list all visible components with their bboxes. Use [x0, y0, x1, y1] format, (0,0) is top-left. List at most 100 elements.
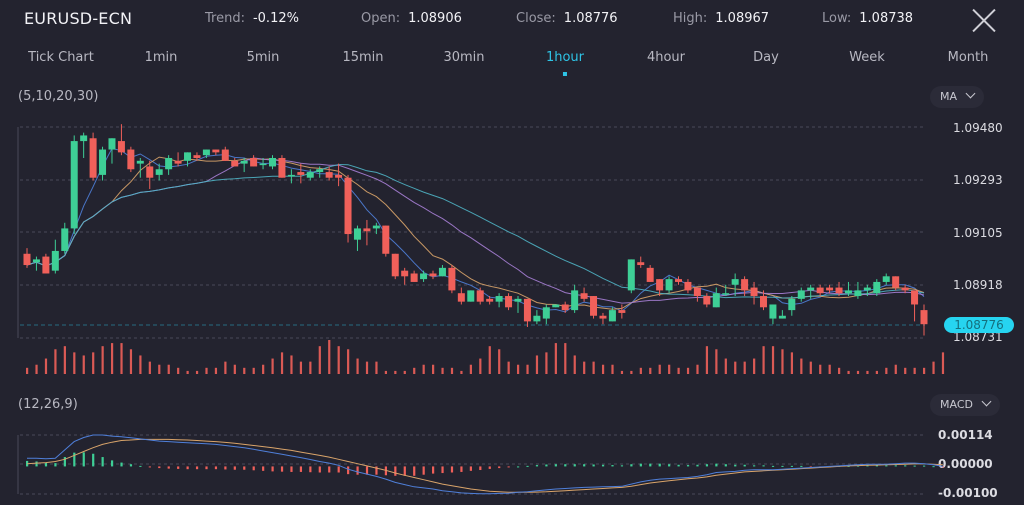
volume-bar — [195, 370, 199, 374]
candle-down — [892, 276, 900, 288]
candle-up — [627, 259, 635, 291]
macd-histogram-bar — [932, 466, 935, 468]
chart-canvas[interactable] — [0, 0, 1024, 505]
volume-bar — [214, 367, 218, 374]
volume-bar — [224, 361, 227, 374]
macd-histogram-bar — [734, 464, 737, 467]
macd-histogram-bar — [800, 465, 803, 467]
macd-histogram-bar — [139, 465, 142, 467]
candle-up — [542, 307, 550, 319]
volume-bar — [866, 370, 869, 374]
candle-down — [750, 287, 758, 297]
candle-up — [136, 160, 144, 164]
candle-down — [561, 304, 569, 311]
volume-bar — [800, 358, 803, 374]
candle-down — [344, 177, 352, 235]
volume-bar — [280, 352, 284, 374]
volume-bar — [507, 361, 510, 374]
candle-up — [372, 225, 380, 229]
candle-up — [155, 169, 163, 175]
macd-histogram-bar — [422, 466, 425, 475]
volume-bar — [781, 349, 784, 374]
macd-histogram-bar — [583, 464, 586, 467]
volume-bar — [592, 361, 595, 374]
candle-down — [523, 298, 531, 322]
volume-bar — [743, 361, 746, 374]
candle-down — [618, 310, 626, 313]
volume-bar — [932, 361, 935, 374]
volume-bar — [413, 367, 416, 374]
candle-down — [89, 138, 97, 178]
volume-bar — [668, 364, 671, 374]
macd-histogram-bar — [611, 465, 614, 467]
macd-histogram-bar — [347, 466, 350, 475]
candle-down — [693, 287, 701, 297]
volume-bar — [941, 352, 945, 374]
volume-bar — [516, 364, 520, 374]
candle-down — [590, 296, 598, 316]
volume-bar — [913, 367, 916, 374]
candle-down — [212, 149, 220, 153]
macd-histogram-bar — [252, 466, 255, 471]
macd-histogram-bar — [904, 465, 907, 467]
volume-bar — [554, 343, 557, 374]
macd-histogram-bar — [299, 466, 303, 472]
volume-bar — [488, 346, 491, 374]
candle-up — [353, 228, 361, 240]
volume-bar — [158, 364, 161, 374]
macd-histogram-bar — [479, 466, 482, 471]
volume-bar — [347, 349, 350, 374]
volume-bar — [205, 367, 208, 374]
macd-histogram-bar — [233, 466, 236, 470]
volume-bar — [923, 367, 926, 374]
volume-bar — [762, 346, 765, 374]
candle-down — [363, 228, 371, 232]
macd-histogram-bar — [450, 466, 454, 473]
volume-bar — [790, 352, 794, 374]
volume-bar — [356, 358, 359, 374]
macd-histogram-bar — [545, 464, 548, 467]
candle-up — [788, 298, 796, 311]
macd-histogram-bar — [592, 464, 595, 467]
candle-up — [873, 281, 881, 294]
candle-down — [505, 296, 513, 308]
macd-histogram-bar — [271, 466, 274, 472]
volume-bar — [696, 364, 699, 374]
volume-bar — [460, 370, 463, 374]
candle-down — [250, 157, 258, 167]
macd-histogram-bar — [469, 466, 472, 471]
volume-bar — [318, 346, 321, 374]
candle-up — [514, 298, 522, 302]
candle-up — [184, 152, 192, 161]
candle-up — [571, 290, 579, 311]
candle-up — [722, 293, 730, 295]
volume-bar — [526, 364, 529, 374]
candle-down — [580, 293, 588, 299]
candle-down — [457, 293, 465, 302]
macd-histogram-bar — [158, 466, 161, 469]
macd-histogram-bar — [554, 464, 557, 467]
macd-histogram-bar — [790, 465, 794, 467]
candle-down — [448, 267, 456, 291]
candle-down — [901, 287, 909, 291]
volume-bar — [885, 367, 888, 374]
volume-bar — [139, 355, 142, 374]
candle-up — [533, 315, 541, 322]
candle-down — [127, 149, 135, 170]
volume-bar — [101, 346, 104, 374]
macd-histogram-bar — [564, 464, 567, 467]
candle-up — [70, 141, 78, 229]
candle-up — [61, 228, 69, 251]
candle-down — [835, 287, 843, 294]
candle-up — [32, 259, 40, 263]
macd-histogram-bar — [92, 453, 95, 467]
volume-bar — [450, 367, 454, 374]
volume-bar — [337, 346, 340, 374]
macd-histogram-bar — [696, 464, 699, 467]
ma30-line — [26, 163, 925, 299]
macd-histogram-bar — [620, 465, 624, 467]
candle-down — [486, 298, 494, 302]
macd-histogram-bar — [186, 466, 189, 470]
volume-bar — [309, 361, 312, 374]
volume-bar — [564, 343, 567, 374]
